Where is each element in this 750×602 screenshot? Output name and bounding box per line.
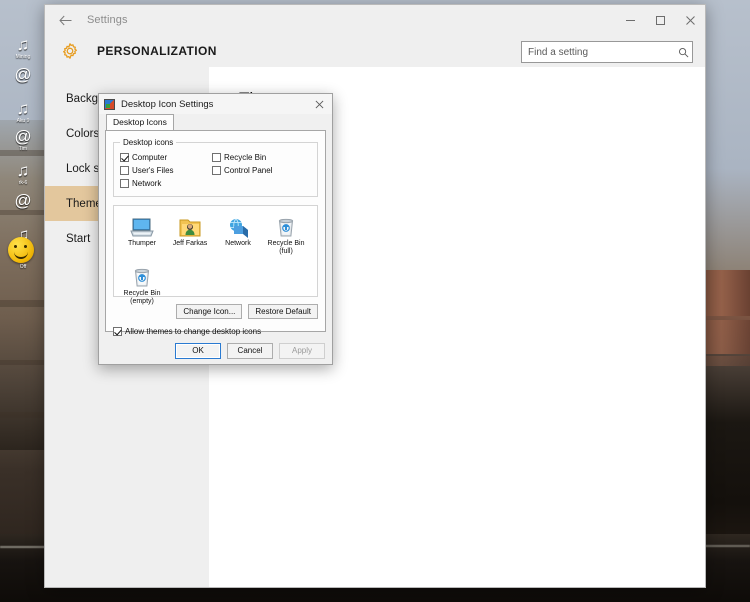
preview-icon-label: Recycle Bin (full) — [267, 240, 305, 255]
desktop-icon-settings-dialog: Desktop Icon Settings Desktop Icons Desk… — [98, 93, 333, 365]
smiley-face-icon[interactable] — [8, 237, 34, 263]
desktop-icon-label: rk-6 — [18, 180, 28, 186]
dialog-title: Desktop Icon Settings — [121, 98, 214, 110]
preview-buttons: Change Icon... Restore Default — [113, 304, 318, 319]
music-note-icon: ♫ — [16, 161, 30, 180]
at-symbol-icon: @ — [14, 65, 32, 84]
music-note-icon: ♫ — [16, 35, 30, 54]
close-icon — [685, 15, 695, 25]
checkbox-box — [113, 327, 122, 336]
tab-label: Desktop Icons — [113, 117, 167, 127]
desktop-icon[interactable]: @ Tim — [2, 127, 44, 153]
checkbox-users-files[interactable]: User's Files — [120, 166, 212, 175]
search-icon — [674, 47, 692, 58]
magnifier-glyph — [678, 47, 688, 57]
preview-icon-recycle-bin-empty[interactable]: Recycle Bin (empty) — [118, 262, 166, 306]
desktop-icon[interactable]: @ — [2, 66, 44, 84]
desktop-icon-label: Off — [19, 264, 27, 270]
checkbox-label: Allow themes to change desktop icons — [125, 327, 262, 336]
at-symbol-icon: @ — [14, 127, 32, 146]
checkbox-computer[interactable]: Computer — [120, 153, 212, 162]
window-controls — [615, 5, 705, 35]
checkbox-label: Recycle Bin — [224, 153, 267, 162]
close-icon — [315, 100, 323, 108]
ok-button[interactable]: OK — [175, 343, 221, 359]
music-note-icon: ♫ — [16, 99, 30, 118]
desktop-icon-label: Aku 9 — [16, 118, 30, 124]
checkbox-recycle-bin[interactable]: Recycle Bin — [212, 153, 311, 162]
checkbox-label: Network — [132, 179, 162, 188]
screen: ♫ Mining @ ♫ Aku 9 @ Tim ♫ rk-6 @ ♫ ginR… — [0, 0, 750, 602]
allow-themes-checkbox[interactable]: Allow themes to change desktop icons — [113, 327, 318, 336]
display-settings-icon — [104, 98, 115, 110]
preview-icon-thumper[interactable]: Thumper — [118, 212, 166, 256]
desktop-icon-label-off: Off — [2, 264, 44, 270]
checkbox-control-panel[interactable]: Control Panel — [212, 166, 311, 175]
tab-strip: Desktop Icons — [99, 114, 332, 130]
checkbox-box — [212, 166, 221, 175]
checkbox-label: Computer — [132, 153, 168, 162]
page-heading: PERSONALIZATION — [97, 44, 217, 58]
groupbox-legend: Desktop icons — [123, 138, 174, 147]
cancel-button[interactable]: Cancel — [227, 343, 273, 359]
minimize-button[interactable] — [615, 5, 645, 35]
preview-icon-jeff-farkas[interactable]: Jeff Farkas — [166, 212, 214, 256]
checkbox-box — [212, 153, 221, 162]
dialog-titlebar: Desktop Icon Settings — [99, 94, 332, 114]
close-button[interactable] — [675, 5, 705, 35]
sidebar-item-label: Colors — [66, 127, 100, 140]
desktop-icon[interactable]: ♫ Mining — [2, 35, 44, 61]
desktop-icon-label: Tim — [18, 146, 28, 152]
desktop-icons-groupbox: Desktop icons Computer Recycle Bin User'… — [113, 138, 318, 197]
restore-default-button[interactable]: Restore Default — [248, 304, 318, 319]
back-button[interactable] — [45, 5, 85, 35]
checkbox-label: User's Files — [132, 166, 174, 175]
checkbox-label: Control Panel — [224, 166, 273, 175]
maximize-icon — [655, 15, 665, 25]
checkbox-grid: Computer Recycle Bin User's Files Contro… — [120, 151, 311, 190]
network-globe-icon — [214, 212, 262, 238]
apply-button: Apply — [279, 343, 325, 359]
recycle-bin-empty-icon — [118, 262, 166, 288]
search-box[interactable] — [521, 41, 693, 63]
dialog-footer: OK Cancel Apply — [99, 338, 332, 364]
settings-titlebar: Settings — [45, 5, 705, 35]
desktop-icon[interactable]: ♫ Aku 9 — [2, 99, 44, 125]
checkbox-box — [120, 166, 129, 175]
preview-icon-label: Network — [225, 240, 251, 247]
desktop-icon[interactable]: ♫ rk-6 — [2, 161, 44, 187]
tab-panel: Desktop icons Computer Recycle Bin User'… — [105, 130, 326, 336]
preview-icon-label: Jeff Farkas — [172, 240, 208, 247]
recycle-bin-full-icon — [262, 212, 310, 238]
window-title: Settings — [87, 14, 128, 26]
user-folder-icon — [166, 212, 214, 238]
preview-icon-network[interactable]: Network — [214, 212, 262, 256]
gear-icon — [62, 43, 78, 59]
computer-monitor-icon — [118, 212, 166, 238]
desktop-icon-label: Mining — [15, 54, 31, 60]
desktop-icon[interactable]: @ — [2, 192, 44, 210]
preview-icon-recycle-bin-full[interactable]: Recycle Bin (full) — [262, 212, 310, 256]
checkbox-box — [120, 153, 129, 162]
desktop-icon-strip: ♫ Mining @ ♫ Aku 9 @ Tim ♫ rk-6 @ ♫ ginR… — [0, 0, 46, 602]
checkbox-box — [120, 179, 129, 188]
tab-desktop-icons[interactable]: Desktop Icons — [106, 114, 174, 130]
checkbox-network[interactable]: Network — [120, 179, 212, 188]
back-arrow-icon — [58, 15, 71, 25]
sidebar-item-label: Start — [66, 232, 91, 245]
icon-preview-list[interactable]: Thumper Jeff Farkas Network Recycle Bin … — [113, 205, 318, 305]
search-input[interactable] — [522, 46, 674, 58]
dialog-close-button[interactable] — [306, 94, 332, 114]
change-icon-button[interactable]: Change Icon... — [176, 304, 243, 319]
minimize-icon — [625, 19, 635, 21]
settings-header: PERSONALIZATION — [45, 35, 705, 67]
maximize-button[interactable] — [645, 5, 675, 35]
at-symbol-icon: @ — [14, 191, 32, 210]
preview-icon-label: Thumper — [127, 240, 156, 247]
